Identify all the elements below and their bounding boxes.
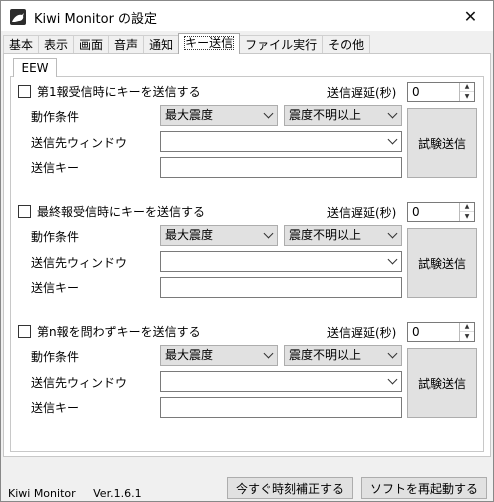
delay-value: 0 <box>412 325 420 339</box>
key-send-panel: EEW 第1報受信時にキーを送信する 送信遅延(秒) 0 ▲ ▼ 動作条件 最大震… <box>3 53 491 457</box>
select-value: 最大震度 <box>165 348 214 362</box>
close-icon[interactable]: ✕ <box>448 1 493 31</box>
chevron-down-icon <box>263 108 274 119</box>
first-report-checkbox[interactable] <box>18 85 31 98</box>
condition-label: 動作条件 <box>31 110 80 124</box>
tab-file-exec[interactable]: ファイル実行 <box>239 35 324 54</box>
delay-label: 送信遅延(秒) <box>327 326 397 340</box>
app-name: Kiwi Monitor <box>8 487 76 500</box>
delay-spinner[interactable]: 0 ▲ ▼ <box>407 82 475 102</box>
tab-display[interactable]: 表示 <box>38 35 75 54</box>
intensity-threshold-select[interactable]: 震度不明以上 <box>284 105 402 126</box>
delay-label: 送信遅延(秒) <box>327 86 397 100</box>
chevron-down-icon <box>263 228 274 239</box>
test-send-button[interactable]: 試験送信 <box>407 348 477 418</box>
tab-label: 基本 <box>9 38 34 52</box>
delay-value: 0 <box>412 85 420 99</box>
send-key-label: 送信キー <box>31 161 80 175</box>
send-key-input[interactable] <box>160 157 402 178</box>
tab-label: ファイル実行 <box>245 38 318 52</box>
tab-label: 音声 <box>114 38 139 52</box>
tab-basic[interactable]: 基本 <box>3 35 40 54</box>
any-report-checkbox[interactable] <box>18 325 31 338</box>
condition-label: 動作条件 <box>31 230 80 244</box>
target-window-label: 送信先ウィンドウ <box>31 376 128 390</box>
select-value: 震度不明以上 <box>289 108 362 122</box>
title-bar: Kiwi Monitor の設定 ✕ <box>1 1 493 31</box>
select-value: 最大震度 <box>165 228 214 242</box>
send-key-label: 送信キー <box>31 401 80 415</box>
target-window-combo[interactable] <box>160 371 402 392</box>
chevron-down-icon <box>387 228 398 239</box>
eew-panel: 第1報受信時にキーを送信する 送信遅延(秒) 0 ▲ ▼ 動作条件 最大震度 震度… <box>10 76 484 452</box>
tab-screen[interactable]: 画面 <box>73 35 110 54</box>
tab-label: キー送信 <box>184 36 235 50</box>
checkbox-label: 第n報を問わずキーを送信する <box>37 325 201 339</box>
condition-label: 動作条件 <box>31 350 80 364</box>
final-report-checkbox[interactable] <box>18 205 31 218</box>
tab-strip: 基本 表示 画面 音声 通知 キー送信 ファイル実行 その他 <box>3 33 371 54</box>
section-final-report: 最終報受信時にキーを送信する 送信遅延(秒) 0 ▲ ▼ 動作条件 最大震度 震度… <box>11 197 481 309</box>
spin-down-icon[interactable]: ▼ <box>460 92 474 101</box>
intensity-type-select[interactable]: 最大震度 <box>160 225 278 246</box>
target-window-label: 送信先ウィンドウ <box>31 256 128 270</box>
chevron-down-icon <box>387 374 398 385</box>
delay-spinner[interactable]: 0 ▲ ▼ <box>407 322 475 342</box>
target-window-label: 送信先ウィンドウ <box>31 136 128 150</box>
section-any-report: 第n報を問わずキーを送信する 送信遅延(秒) 0 ▲ ▼ 動作条件 最大震度 震度… <box>11 317 481 429</box>
tab-notify[interactable]: 通知 <box>143 35 180 54</box>
send-key-label: 送信キー <box>31 281 80 295</box>
target-window-combo[interactable] <box>160 131 402 152</box>
test-send-button[interactable]: 試験送信 <box>407 228 477 298</box>
delay-value: 0 <box>412 205 420 219</box>
checkbox-label: 最終報受信時にキーを送信する <box>37 205 206 219</box>
select-value: 最大震度 <box>165 108 214 122</box>
select-value: 震度不明以上 <box>289 348 362 362</box>
settings-window: Kiwi Monitor の設定 ✕ 基本 表示 画面 音声 通知 キー送信 フ… <box>0 0 494 502</box>
kiwi-app-icon <box>10 9 26 25</box>
chevron-down-icon <box>387 254 398 265</box>
subtab-eew[interactable]: EEW <box>13 58 57 77</box>
first-report-checkbox-row[interactable]: 第1報受信時にキーを送信する <box>18 83 201 100</box>
delay-spinner[interactable]: 0 ▲ ▼ <box>407 202 475 222</box>
tab-label: 通知 <box>149 38 174 52</box>
chevron-down-icon <box>387 348 398 359</box>
intensity-threshold-select[interactable]: 震度不明以上 <box>284 345 402 366</box>
tab-label: 表示 <box>44 38 69 52</box>
send-key-input[interactable] <box>160 277 402 298</box>
send-key-input[interactable] <box>160 397 402 418</box>
intensity-threshold-select[interactable]: 震度不明以上 <box>284 225 402 246</box>
tab-sound[interactable]: 音声 <box>108 35 145 54</box>
checkbox-label: 第1報受信時にキーを送信する <box>37 85 201 99</box>
delay-label: 送信遅延(秒) <box>327 206 397 220</box>
chevron-down-icon <box>387 108 398 119</box>
section-first-report: 第1報受信時にキーを送信する 送信遅延(秒) 0 ▲ ▼ 動作条件 最大震度 震度… <box>11 77 481 189</box>
app-version-text: Kiwi Monitor Ver.1.6.1 <box>8 487 142 500</box>
test-send-button[interactable]: 試験送信 <box>407 108 477 178</box>
spin-down-icon[interactable]: ▼ <box>460 332 474 341</box>
tab-other[interactable]: その他 <box>322 35 371 54</box>
sync-time-button[interactable]: 今すぐ時刻補正する <box>227 477 353 499</box>
tab-label: その他 <box>328 38 365 52</box>
version-label: Ver.1.6.1 <box>93 487 142 500</box>
chevron-down-icon <box>387 134 398 145</box>
chevron-down-icon <box>263 348 274 359</box>
target-window-combo[interactable] <box>160 251 402 272</box>
window-title: Kiwi Monitor の設定 <box>34 12 158 27</box>
intensity-type-select[interactable]: 最大震度 <box>160 105 278 126</box>
final-report-checkbox-row[interactable]: 最終報受信時にキーを送信する <box>18 203 205 220</box>
spin-down-icon[interactable]: ▼ <box>460 212 474 221</box>
any-report-checkbox-row[interactable]: 第n報を問わずキーを送信する <box>18 323 201 340</box>
restart-app-button[interactable]: ソフトを再起動する <box>361 477 487 499</box>
tab-key-send[interactable]: キー送信 <box>178 33 241 54</box>
select-value: 震度不明以上 <box>289 228 362 242</box>
intensity-type-select[interactable]: 最大震度 <box>160 345 278 366</box>
tab-label: 画面 <box>79 38 104 52</box>
